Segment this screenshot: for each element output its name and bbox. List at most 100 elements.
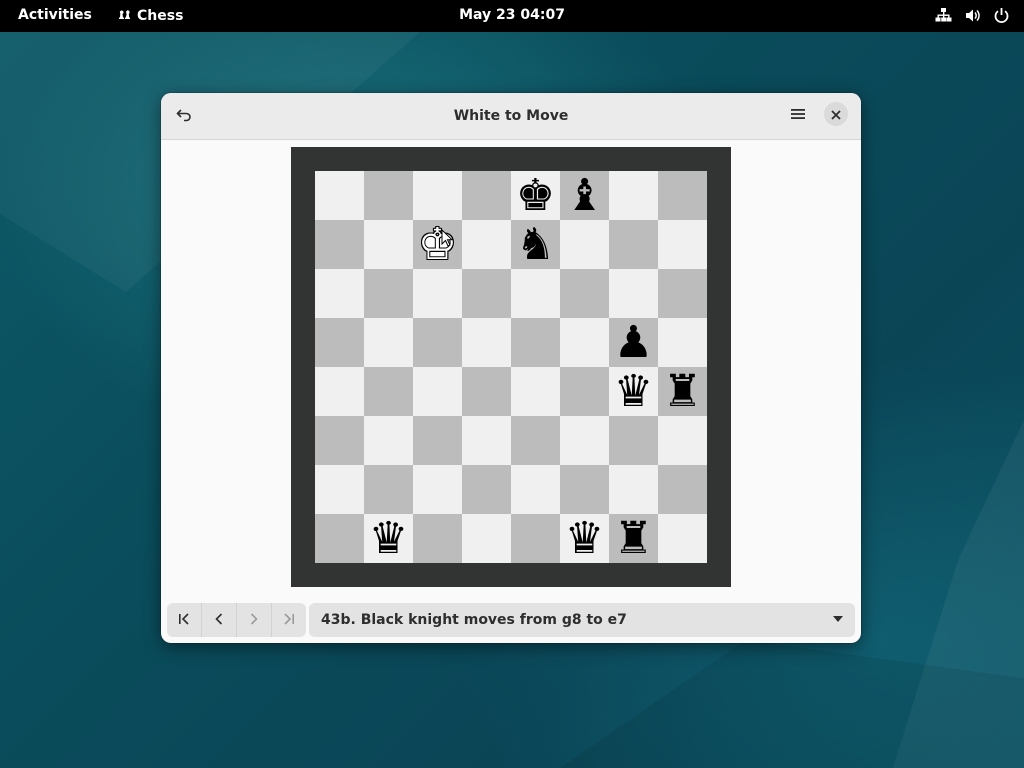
- square-c2[interactable]: [413, 465, 462, 514]
- square-e7[interactable]: ♞: [511, 220, 560, 269]
- wallpaper-shard: [560, 640, 1024, 768]
- close-button[interactable]: [824, 102, 848, 126]
- volume-icon[interactable]: [964, 7, 981, 24]
- square-a7[interactable]: [315, 220, 364, 269]
- mouse-pointer-icon: [441, 229, 453, 247]
- black-rook-piece[interactable]: ♜: [614, 514, 653, 563]
- selected-move: 43b. Black knight moves from g8 to e7: [321, 612, 627, 628]
- square-c7[interactable]: ♚: [413, 220, 462, 269]
- square-d7[interactable]: [462, 220, 511, 269]
- chess-board[interactable]: ♚ ♝ ♚ ♞ ♟ ♛ ♜ ♛ ♛ ♜: [315, 171, 707, 563]
- black-bishop-piece[interactable]: ♝: [565, 171, 604, 220]
- square-g5[interactable]: ♟: [609, 318, 658, 367]
- square-d1[interactable]: [462, 514, 511, 563]
- activities-button[interactable]: Activities: [18, 7, 92, 23]
- next-icon: [247, 611, 261, 630]
- square-h5[interactable]: [658, 318, 707, 367]
- previous-move-button[interactable]: [202, 603, 237, 637]
- square-h8[interactable]: [658, 171, 707, 220]
- square-b6[interactable]: [364, 269, 413, 318]
- square-a3[interactable]: [315, 416, 364, 465]
- undo-button[interactable]: [169, 101, 199, 131]
- square-d8[interactable]: [462, 171, 511, 220]
- square-h1[interactable]: [658, 514, 707, 563]
- square-e4[interactable]: [511, 367, 560, 416]
- square-e2[interactable]: [511, 465, 560, 514]
- square-h3[interactable]: [658, 416, 707, 465]
- black-rook-piece[interactable]: ♜: [663, 367, 702, 416]
- square-d4[interactable]: [462, 367, 511, 416]
- last-move-button[interactable]: [272, 603, 306, 637]
- square-f3[interactable]: [560, 416, 609, 465]
- skip-first-icon: [177, 611, 191, 630]
- next-move-button[interactable]: [237, 603, 272, 637]
- chevron-down-icon: [833, 616, 843, 622]
- square-e1[interactable]: [511, 514, 560, 563]
- square-g7[interactable]: [609, 220, 658, 269]
- square-f2[interactable]: [560, 465, 609, 514]
- square-b8[interactable]: [364, 171, 413, 220]
- wallpaper-shard: [892, 420, 1024, 768]
- app-menu-button[interactable]: Chess: [117, 7, 183, 25]
- square-c4[interactable]: [413, 367, 462, 416]
- square-f6[interactable]: [560, 269, 609, 318]
- square-g6[interactable]: [609, 269, 658, 318]
- black-king-piece[interactable]: ♚: [516, 171, 555, 220]
- square-d3[interactable]: [462, 416, 511, 465]
- square-c3[interactable]: [413, 416, 462, 465]
- system-tray[interactable]: [935, 7, 1010, 24]
- square-b4[interactable]: [364, 367, 413, 416]
- header-bar: White to Move: [161, 93, 861, 140]
- black-knight-piece[interactable]: ♞: [516, 220, 555, 269]
- square-a1[interactable]: [315, 514, 364, 563]
- square-b5[interactable]: [364, 318, 413, 367]
- move-history-dropdown[interactable]: 43b. Black knight moves from g8 to e7: [309, 603, 855, 637]
- black-pawn-piece[interactable]: ♟: [614, 318, 653, 367]
- square-a2[interactable]: [315, 465, 364, 514]
- chess-window: White to Move ♚ ♝ ♚ ♞ ♟ ♛ ♜ ♛ ♛ ♜ 43b. B…: [161, 93, 861, 643]
- black-queen-piece[interactable]: ♛: [565, 514, 604, 563]
- square-g1[interactable]: ♜: [609, 514, 658, 563]
- square-h7[interactable]: [658, 220, 707, 269]
- square-b7[interactable]: [364, 220, 413, 269]
- first-move-button[interactable]: [167, 603, 202, 637]
- square-b1[interactable]: ♛: [364, 514, 413, 563]
- square-f8[interactable]: ♝: [560, 171, 609, 220]
- square-c5[interactable]: [413, 318, 462, 367]
- square-b3[interactable]: [364, 416, 413, 465]
- square-b2[interactable]: [364, 465, 413, 514]
- square-e8[interactable]: ♚: [511, 171, 560, 220]
- square-f1[interactable]: ♛: [560, 514, 609, 563]
- square-a4[interactable]: [315, 367, 364, 416]
- square-c1[interactable]: [413, 514, 462, 563]
- square-g4[interactable]: ♛: [609, 367, 658, 416]
- square-e5[interactable]: [511, 318, 560, 367]
- square-c8[interactable]: [413, 171, 462, 220]
- black-queen-piece[interactable]: ♛: [614, 367, 653, 416]
- black-queen-piece[interactable]: ♛: [369, 514, 408, 563]
- square-a5[interactable]: [315, 318, 364, 367]
- square-h2[interactable]: [658, 465, 707, 514]
- square-d6[interactable]: [462, 269, 511, 318]
- clock-button[interactable]: May 23 04:07: [459, 7, 565, 23]
- square-h6[interactable]: [658, 269, 707, 318]
- square-a6[interactable]: [315, 269, 364, 318]
- board-frame: ♚ ♝ ♚ ♞ ♟ ♛ ♜ ♛ ♛ ♜: [291, 147, 731, 587]
- square-g2[interactable]: [609, 465, 658, 514]
- square-d2[interactable]: [462, 465, 511, 514]
- square-e3[interactable]: [511, 416, 560, 465]
- square-a8[interactable]: [315, 171, 364, 220]
- square-e6[interactable]: [511, 269, 560, 318]
- square-g8[interactable]: [609, 171, 658, 220]
- square-f4[interactable]: [560, 367, 609, 416]
- network-icon[interactable]: [935, 7, 952, 24]
- square-g3[interactable]: [609, 416, 658, 465]
- main-menu-button[interactable]: [783, 101, 813, 131]
- square-f7[interactable]: [560, 220, 609, 269]
- power-icon[interactable]: [993, 7, 1010, 24]
- close-icon: [831, 105, 841, 124]
- square-d5[interactable]: [462, 318, 511, 367]
- square-c6[interactable]: [413, 269, 462, 318]
- square-f5[interactable]: [560, 318, 609, 367]
- square-h4[interactable]: ♜: [658, 367, 707, 416]
